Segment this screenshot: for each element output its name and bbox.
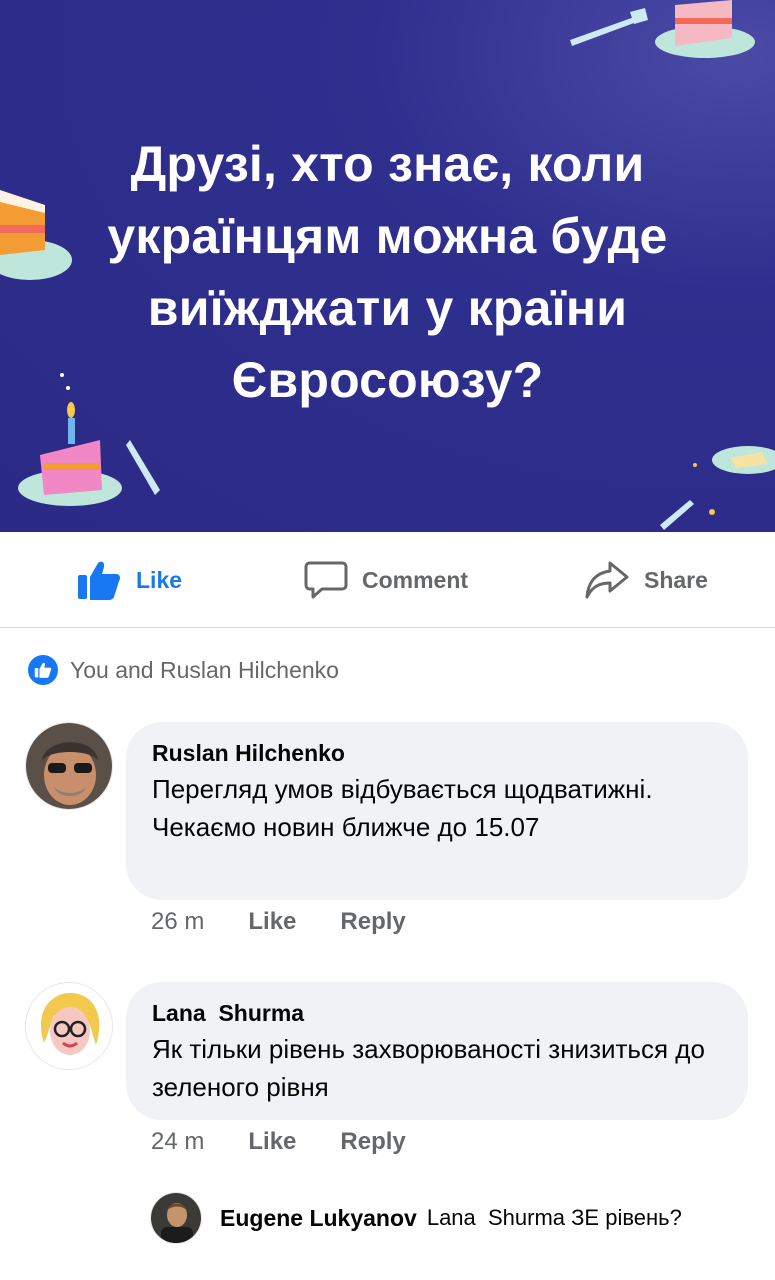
share-icon [585, 561, 629, 599]
like-button-label: Like [136, 566, 183, 593]
reply-preview[interactable]: Eugene Lukyanov Lana Shurma ЗЕ рівень? [150, 1192, 682, 1244]
reply-text: Lana Shurma ЗЕ рівень? [426, 1205, 682, 1230]
comment-button[interactable]: Comment [304, 532, 468, 628]
comment-meta: 26 m Like Reply [151, 904, 406, 940]
comment-reply-button[interactable]: Reply [340, 908, 405, 936]
like-button[interactable]: Like [76, 532, 182, 628]
reply-author[interactable]: Eugene Lukyanov [220, 1205, 417, 1232]
comment-author[interactable]: Ruslan Hilchenko [152, 738, 722, 768]
share-button[interactable]: Share [584, 532, 708, 628]
avatar[interactable] [150, 1192, 202, 1244]
comment-text: Перегляд умов відбувається щодватижні. Ч… [152, 774, 653, 842]
thumbs-up-icon [78, 561, 120, 600]
reactions-text: You and Ruslan Hilchenko [70, 656, 339, 683]
comment-text: Як тільки рівень захворюваності знизитьс… [152, 1034, 705, 1102]
reactions-summary[interactable]: You and Ruslan Hilchenko [26, 652, 339, 688]
like-reaction-icon [26, 653, 60, 687]
comment-bubble[interactable]: Lana Shurma Як тільки рівень захворювано… [126, 982, 748, 1120]
comment-icon [304, 561, 348, 599]
comment-time[interactable]: 24 m [151, 1128, 204, 1156]
avatar[interactable] [25, 722, 113, 810]
comment-meta: 24 m Like Reply [151, 1124, 406, 1160]
avatar[interactable] [25, 982, 113, 1070]
share-button-label: Share [644, 566, 708, 593]
cake-bottom-right-decoration [660, 446, 775, 530]
comment-reply-button[interactable]: Reply [340, 1128, 405, 1156]
post-banner-text: Друзі, хто знає, коли українцям можна бу… [107, 136, 668, 408]
comment-like-button[interactable]: Like [248, 1128, 296, 1156]
post-action-bar: Like Comment Share [0, 532, 775, 628]
cake-top-right-decoration [570, 0, 755, 58]
comment-time[interactable]: 26 m [151, 908, 204, 936]
comment-bubble[interactable]: Ruslan Hilchenko Перегляд умов відбуваєт… [126, 722, 748, 900]
comment-author[interactable]: Lana Shurma [152, 998, 722, 1028]
comment-button-label: Comment [362, 566, 469, 593]
comment-like-button[interactable]: Like [248, 908, 296, 936]
post-banner: Друзі, хто знає, коли українцям можна бу… [0, 0, 775, 532]
